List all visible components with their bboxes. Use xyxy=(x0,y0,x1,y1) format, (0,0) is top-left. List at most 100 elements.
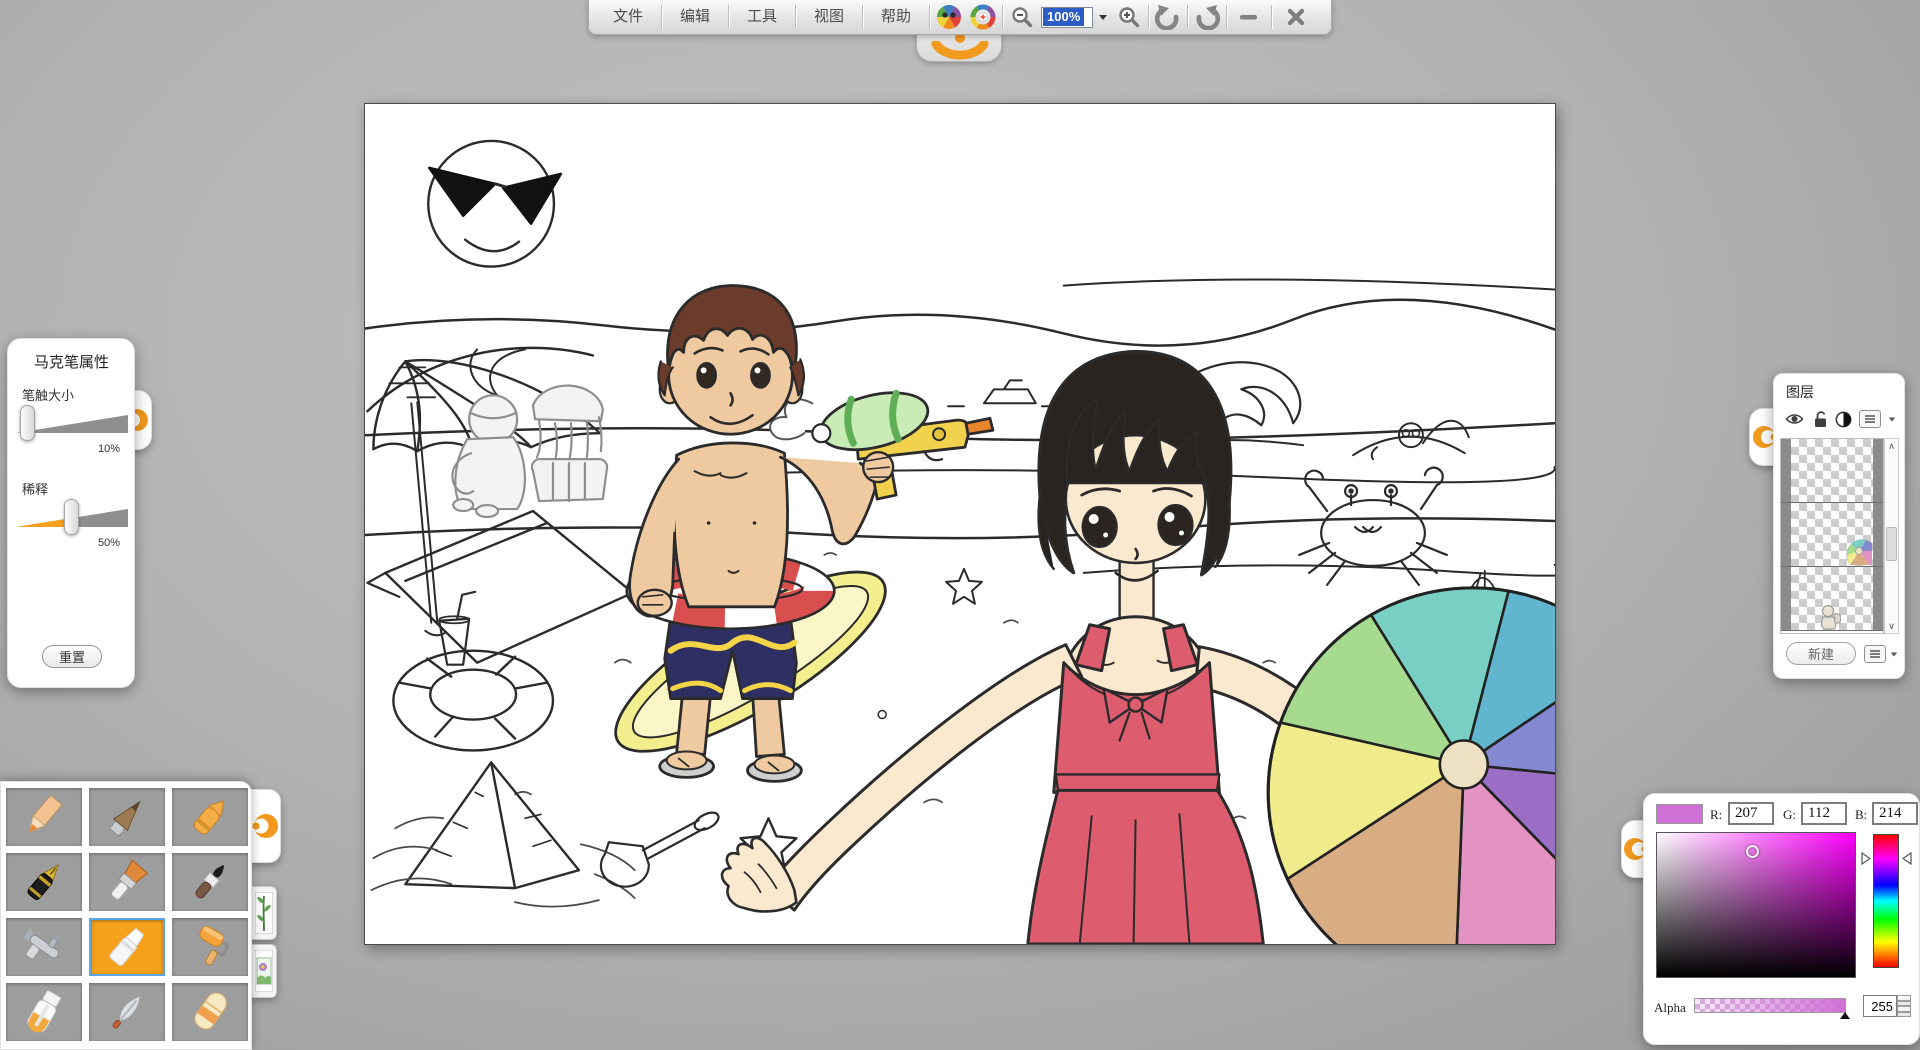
alpha-spinner[interactable] xyxy=(1897,995,1911,1017)
zoom-in-icon xyxy=(1117,5,1141,29)
chevron-down-icon xyxy=(1099,15,1107,20)
chevron-down-icon xyxy=(1898,1011,1910,1013)
airbrush-icon xyxy=(20,923,68,971)
marker-icon xyxy=(103,923,151,971)
drawing-canvas[interactable] xyxy=(364,103,1556,945)
scroll-up-button[interactable]: ∧ xyxy=(1885,439,1898,453)
tool-paint-roller[interactable] xyxy=(172,918,248,976)
unlock-icon[interactable] xyxy=(1812,410,1828,428)
paint-face-icon[interactable] xyxy=(932,0,966,34)
dilution-slider-thumb[interactable] xyxy=(64,499,79,535)
spin-up-button[interactable] xyxy=(1897,995,1911,1006)
current-color-swatch xyxy=(1656,804,1703,824)
marker-panel-title: 马克笔属性 xyxy=(34,351,134,372)
tool-marker[interactable] xyxy=(89,918,165,976)
swim-ring-outline xyxy=(393,651,553,751)
undo-icon xyxy=(1155,4,1181,30)
picture-stamp-tab[interactable] xyxy=(250,944,277,998)
beach-scene-drawing xyxy=(365,104,1555,944)
sun-drawing xyxy=(428,141,561,267)
zoom-dropdown-button[interactable] xyxy=(1096,8,1110,26)
new-layer-button[interactable]: 新建 xyxy=(1786,642,1856,665)
tool-fountain-pen[interactable] xyxy=(6,853,82,911)
menu-view[interactable]: 视图 xyxy=(798,0,860,34)
tool-eraser[interactable] xyxy=(172,983,248,1041)
eye-icon[interactable] xyxy=(1784,411,1805,427)
toolbar-separator xyxy=(1148,5,1149,29)
toolbar-separator xyxy=(1226,5,1227,29)
clown-smile-icon xyxy=(930,41,990,61)
beach-ball-thumbnail xyxy=(1842,535,1872,565)
plant-stamp-icon xyxy=(255,892,273,934)
menu-help[interactable]: 帮助 xyxy=(865,0,927,34)
layer-list xyxy=(1780,438,1884,634)
contrast-icon[interactable] xyxy=(1835,411,1852,428)
toolbar-separator xyxy=(661,5,662,29)
menu-tools[interactable]: 工具 xyxy=(731,0,793,34)
green-value-field[interactable] xyxy=(1801,802,1847,825)
close-button[interactable] xyxy=(1274,0,1318,34)
tool-airbrush[interactable] xyxy=(6,918,82,976)
shovel-drawing xyxy=(601,809,721,887)
paint-roller-icon xyxy=(186,923,234,971)
layers-scrollbar[interactable]: ∧ ∨ xyxy=(1884,438,1899,634)
toolbar-separator xyxy=(728,5,729,29)
hue-marker-right-icon[interactable] xyxy=(1902,852,1912,865)
palette-handle[interactable] xyxy=(247,789,281,863)
red-value-field[interactable] xyxy=(1728,802,1774,825)
scrollbar-thumb[interactable] xyxy=(1886,527,1897,561)
brush-size-value: 10% xyxy=(98,443,120,455)
undo-button[interactable] xyxy=(1151,0,1185,34)
tool-crayon[interactable] xyxy=(172,788,248,846)
scroll-down-button[interactable]: ∨ xyxy=(1885,619,1898,633)
zoom-level-combobox[interactable]: 100% xyxy=(1041,7,1110,28)
redo-button[interactable] xyxy=(1190,0,1224,34)
eraser-icon xyxy=(186,988,234,1036)
tool-pencil[interactable] xyxy=(6,788,82,846)
menu-edit[interactable]: 编辑 xyxy=(664,0,726,34)
hue-slider[interactable] xyxy=(1873,834,1899,968)
crayon-icon xyxy=(186,793,234,841)
alpha-slider[interactable] xyxy=(1694,998,1846,1013)
layer-row-beach-ball-selected[interactable] xyxy=(1781,503,1883,567)
zoom-out-button[interactable] xyxy=(1005,0,1039,34)
minimize-button[interactable] xyxy=(1229,0,1269,34)
layers-panel: 图层 xyxy=(1773,373,1905,679)
dilution-value: 50% xyxy=(98,537,120,549)
plant-stamp-tab[interactable] xyxy=(250,886,277,940)
tool-ink-brush[interactable] xyxy=(172,853,248,911)
toolbar-separator xyxy=(1187,5,1188,29)
brush-size-slider-thumb[interactable] xyxy=(20,405,35,441)
red-label: R: xyxy=(1710,807,1722,823)
alpha-marker-icon[interactable] xyxy=(1840,1012,1850,1019)
menu-file[interactable]: 文件 xyxy=(597,0,659,34)
brush-size-label: 笔触大小 xyxy=(22,385,74,404)
tool-charcoal-pencil[interactable] xyxy=(89,788,165,846)
blue-value-field[interactable] xyxy=(1872,802,1918,825)
rainbow-wheel-icon[interactable] xyxy=(966,0,1000,34)
layer-blend-menu-button[interactable] xyxy=(1859,410,1881,428)
chevron-down-icon[interactable] xyxy=(1891,652,1897,656)
saturation-value-field[interactable] xyxy=(1656,832,1856,978)
pencil-icon xyxy=(20,793,68,841)
layer-row-empty[interactable] xyxy=(1781,439,1883,503)
hue-marker-left-icon[interactable] xyxy=(1861,852,1871,865)
brush-size-slider[interactable] xyxy=(16,405,128,441)
layer-row-sand-figure[interactable] xyxy=(1781,567,1883,631)
reset-button[interactable]: 重置 xyxy=(42,645,102,668)
color-cursor[interactable] xyxy=(1746,845,1759,858)
palette-knife-icon xyxy=(103,988,151,1036)
spin-down-button[interactable] xyxy=(1897,1006,1911,1017)
layer-options-menu-button[interactable] xyxy=(1864,645,1886,663)
chevron-down-icon[interactable] xyxy=(1889,417,1895,421)
tool-paint-bottle[interactable] xyxy=(6,983,82,1041)
dilution-slider[interactable] xyxy=(16,499,128,535)
beach-ball-drawing xyxy=(1268,588,1555,944)
tool-palette-knife[interactable] xyxy=(89,983,165,1041)
tool-flat-brush[interactable] xyxy=(89,853,165,911)
zoom-in-button[interactable] xyxy=(1112,0,1146,34)
toolbar-separator xyxy=(795,5,796,29)
app-window: 文件 编辑 工具 视图 帮助 xyxy=(0,0,1920,1050)
alpha-value-field[interactable] xyxy=(1863,995,1897,1017)
zoom-out-icon xyxy=(1010,5,1034,29)
